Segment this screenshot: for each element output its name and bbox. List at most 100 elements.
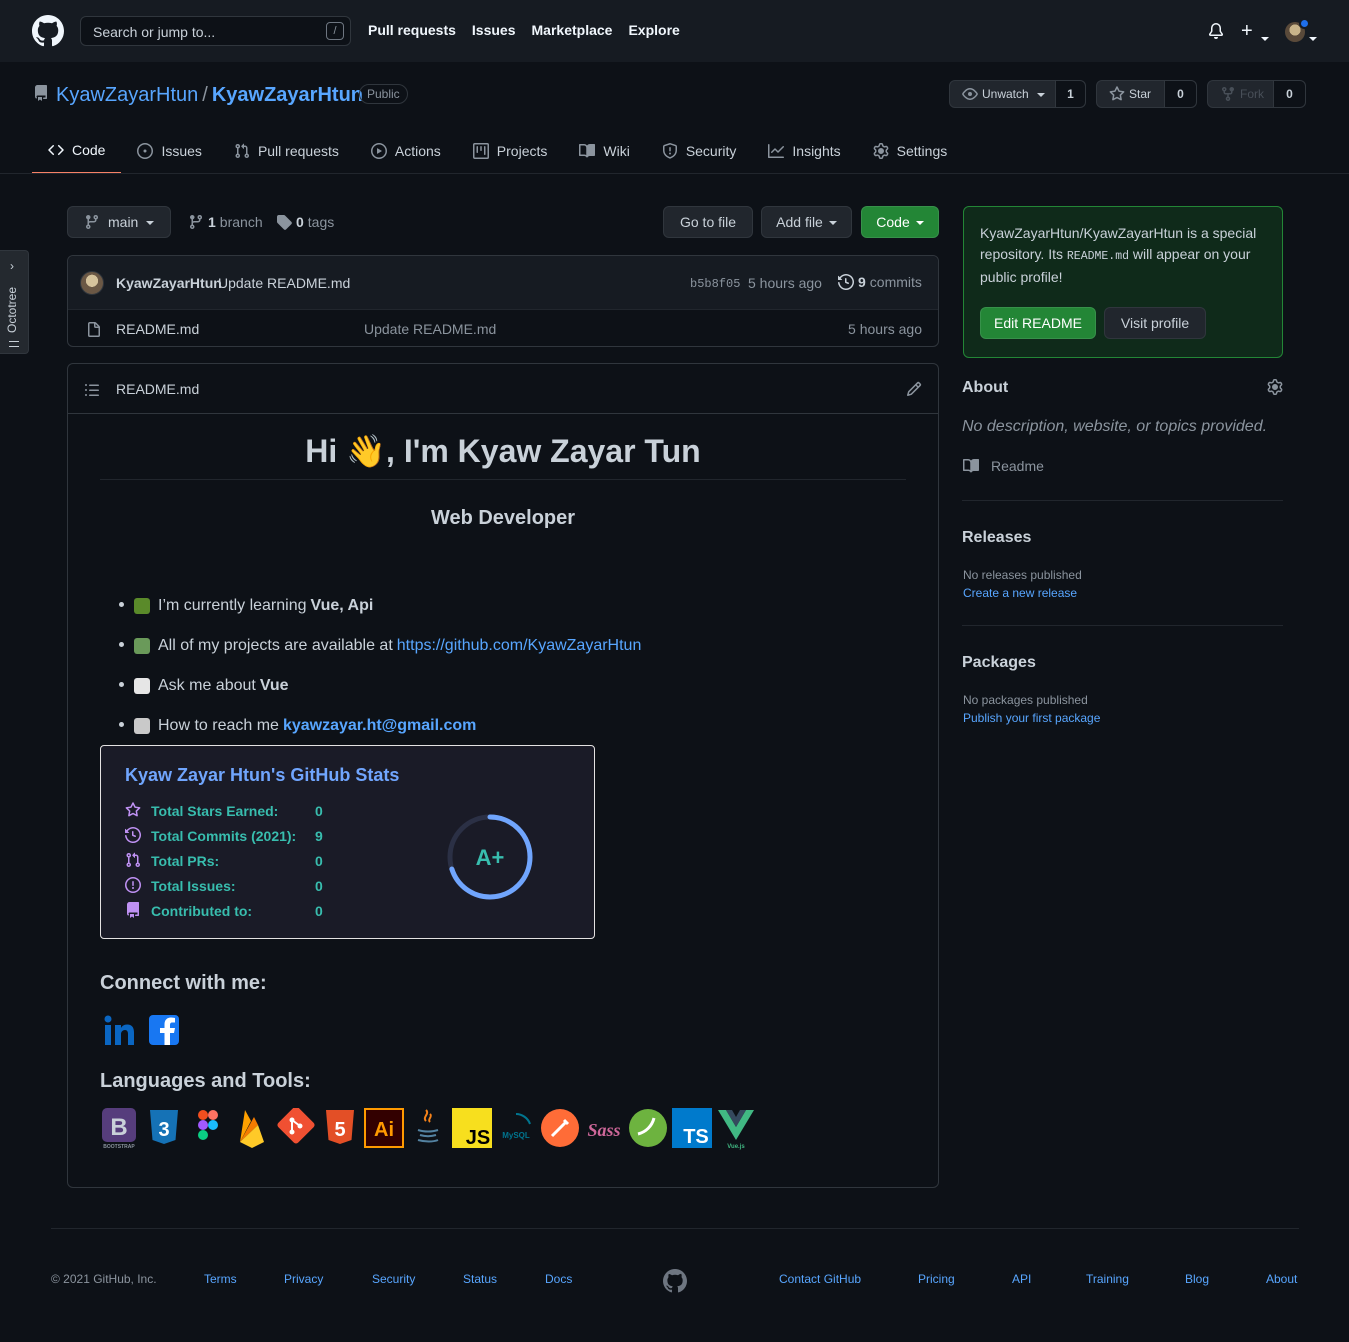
tab-settings[interactable]: Settings bbox=[857, 128, 964, 174]
fork-count[interactable]: 0 bbox=[1274, 80, 1306, 108]
pencil-icon[interactable] bbox=[906, 381, 922, 397]
tab-pull-requests[interactable]: Pull requests bbox=[218, 128, 355, 174]
fork-button-group: Fork 0 bbox=[1207, 80, 1306, 108]
footer-link-pricing[interactable]: Pricing bbox=[918, 1272, 955, 1286]
tab-security[interactable]: Security bbox=[646, 128, 753, 174]
add-file-button[interactable]: Add file bbox=[761, 206, 852, 238]
footer-link-contact[interactable]: Contact GitHub bbox=[779, 1272, 861, 1286]
footer-link-security[interactable]: Security bbox=[372, 1272, 415, 1286]
postman-icon[interactable] bbox=[540, 1108, 580, 1150]
stat-row: Total Stars Earned: 0 bbox=[125, 798, 345, 823]
releases-heading[interactable]: Releases bbox=[962, 529, 1031, 547]
chevron-down-icon[interactable] bbox=[1309, 30, 1317, 46]
tag-count: 0 bbox=[296, 214, 304, 230]
tabs-divider bbox=[0, 173, 1349, 174]
tab-wiki[interactable]: Wiki bbox=[563, 128, 645, 174]
nav-explore[interactable]: Explore bbox=[628, 22, 679, 38]
star-count[interactable]: 0 bbox=[1165, 80, 1197, 108]
git-icon[interactable] bbox=[276, 1108, 316, 1150]
create-new-plus-icon[interactable]: + bbox=[1241, 21, 1253, 41]
javascript-icon[interactable]: JS bbox=[452, 1108, 492, 1150]
sass-icon[interactable]: Sass bbox=[584, 1108, 624, 1150]
branch-select-button[interactable]: main bbox=[67, 206, 171, 238]
history-icon bbox=[125, 827, 141, 843]
go-to-file-button[interactable]: Go to file bbox=[663, 206, 753, 238]
tools-icons: B BOOTSTRAP 3 5 Ai JS MySQL Sass TS Vue.… bbox=[100, 1108, 756, 1150]
unwatch-button[interactable]: Unwatch bbox=[949, 80, 1056, 108]
file-row[interactable]: README.md Update README.md 5 hours ago bbox=[68, 310, 938, 347]
code-button[interactable]: Code bbox=[861, 206, 939, 238]
branches-link[interactable]: 1 branch bbox=[188, 214, 263, 230]
footer-link-privacy[interactable]: Privacy bbox=[284, 1272, 323, 1286]
commit-author[interactable]: KyawZayarHtun bbox=[116, 275, 222, 291]
illustrator-icon[interactable]: Ai bbox=[364, 1108, 404, 1150]
list-unordered-icon[interactable] bbox=[84, 382, 100, 398]
search-input[interactable]: Search or jump to... / bbox=[80, 16, 351, 46]
file-commit-message[interactable]: Update README.md bbox=[364, 321, 496, 337]
nav-marketplace[interactable]: Marketplace bbox=[532, 22, 613, 38]
footer-link-docs[interactable]: Docs bbox=[545, 1272, 572, 1286]
footer-link-training[interactable]: Training bbox=[1086, 1272, 1129, 1286]
linkedin-icon[interactable] bbox=[104, 1014, 136, 1046]
file-name[interactable]: README.md bbox=[116, 321, 199, 337]
readme-link[interactable]: Readme bbox=[963, 458, 1044, 474]
repo-owner-link[interactable]: KyawZayarHtun bbox=[56, 84, 198, 106]
github-logo-icon[interactable] bbox=[32, 15, 64, 47]
stat-value: 0 bbox=[315, 802, 323, 819]
footer-link-api[interactable]: API bbox=[1012, 1272, 1031, 1286]
bell-icon[interactable] bbox=[1208, 23, 1224, 39]
typescript-icon[interactable]: TS bbox=[672, 1108, 712, 1150]
publish-package-link[interactable]: Publish your first package bbox=[963, 711, 1100, 725]
chevron-down-icon[interactable] bbox=[1261, 30, 1269, 46]
footer-link-blog[interactable]: Blog bbox=[1185, 1272, 1209, 1286]
java-icon[interactable] bbox=[408, 1108, 448, 1150]
commit-message[interactable]: Update README.md bbox=[218, 275, 350, 291]
footer-link-status[interactable]: Status bbox=[463, 1272, 497, 1286]
octotree-toggle[interactable]: › Octotree bbox=[0, 250, 29, 354]
watch-count[interactable]: 1 bbox=[1056, 80, 1086, 108]
github-logo-icon[interactable] bbox=[663, 1269, 687, 1293]
star-button[interactable]: Star bbox=[1096, 80, 1165, 108]
gear-icon[interactable] bbox=[1267, 379, 1283, 395]
repo-name-link[interactable]: KyawZayarHtun bbox=[212, 84, 363, 106]
tab-actions[interactable]: Actions bbox=[355, 128, 457, 174]
spring-icon[interactable] bbox=[628, 1108, 668, 1150]
drag-handle-icon[interactable] bbox=[9, 341, 19, 347]
tab-insights[interactable]: Insights bbox=[752, 128, 856, 174]
stat-row: Contributed to: 0 bbox=[125, 898, 345, 923]
branch-name: main bbox=[108, 214, 139, 230]
css3-icon[interactable]: 3 bbox=[144, 1108, 184, 1150]
create-release-link[interactable]: Create a new release bbox=[963, 586, 1077, 600]
packages-heading[interactable]: Packages bbox=[962, 654, 1036, 672]
octotree-label: Octotree bbox=[5, 286, 19, 333]
commits-link[interactable]: 9 commits bbox=[838, 274, 922, 290]
tab-issues[interactable]: Issues bbox=[121, 128, 217, 174]
commit-sha[interactable]: b5b8f05 bbox=[690, 277, 740, 291]
tab-code[interactable]: Code bbox=[32, 128, 122, 174]
nav-pull-requests[interactable]: Pull requests bbox=[368, 22, 456, 38]
html5-icon[interactable]: 5 bbox=[320, 1108, 360, 1150]
avatar[interactable] bbox=[80, 271, 104, 295]
readme-filename[interactable]: README.md bbox=[116, 381, 199, 397]
facebook-icon[interactable] bbox=[148, 1014, 180, 1046]
tags-link[interactable]: 0 tags bbox=[276, 214, 334, 230]
svg-text:Ai: Ai bbox=[374, 1119, 394, 1141]
footer-link-terms[interactable]: Terms bbox=[204, 1272, 237, 1286]
nav-issues[interactable]: Issues bbox=[472, 22, 516, 38]
languages-heading: Languages and Tools: bbox=[100, 1070, 311, 1092]
footer-link-about[interactable]: About bbox=[1266, 1272, 1297, 1286]
github-stats-card[interactable]: Kyaw Zayar Htun's GitHub Stats Total Sta… bbox=[100, 745, 595, 939]
edit-readme-button[interactable]: Edit README bbox=[980, 307, 1096, 339]
figma-icon[interactable] bbox=[188, 1108, 228, 1150]
packages-empty-text: No packages published bbox=[963, 693, 1088, 707]
email-link[interactable]: kyawzayar.ht@gmail.com bbox=[283, 717, 476, 735]
stat-label: Total Commits (2021): bbox=[151, 827, 297, 844]
visit-profile-button[interactable]: Visit profile bbox=[1104, 307, 1206, 339]
github-profile-link[interactable]: https://github.com/KyawZayarHtun bbox=[397, 637, 642, 655]
tab-projects[interactable]: Projects bbox=[457, 128, 564, 174]
firebase-icon[interactable] bbox=[232, 1108, 272, 1150]
vuejs-icon[interactable]: Vue.js bbox=[716, 1108, 756, 1150]
mysql-icon[interactable]: MySQL bbox=[496, 1108, 536, 1150]
bootstrap-icon[interactable]: B BOOTSTRAP bbox=[100, 1108, 140, 1150]
fork-button[interactable]: Fork bbox=[1207, 80, 1274, 108]
